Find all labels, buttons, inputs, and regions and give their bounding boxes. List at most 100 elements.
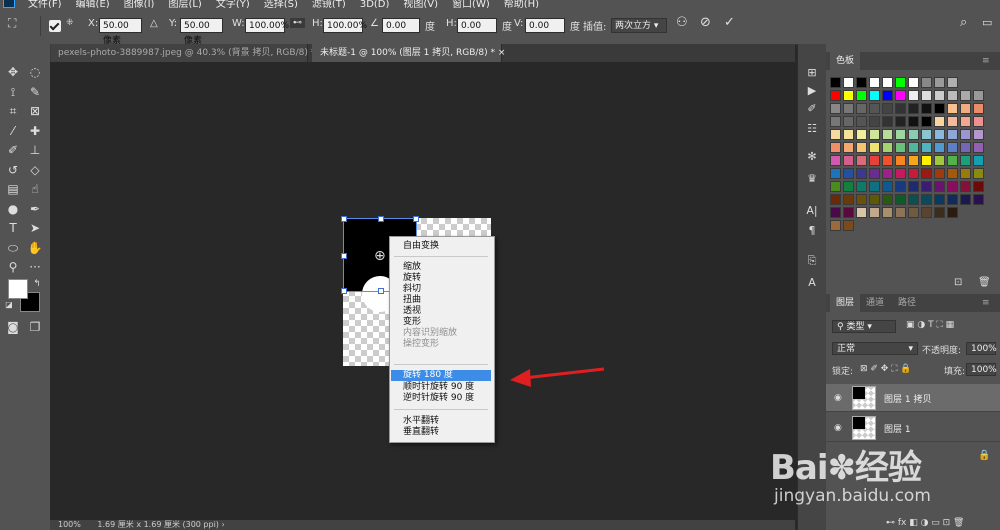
transform-handle-bottom[interactable] [378,288,384,294]
color-swatch[interactable] [947,207,958,218]
color-swatch[interactable] [921,155,932,166]
delete-swatch-icon[interactable]: 🗑 [978,277,991,288]
opacity-input[interactable]: 100% [966,342,997,355]
search-icon[interactable]: ⌕ [960,15,967,30]
color-swatch[interactable] [882,155,893,166]
color-swatch[interactable] [830,77,841,88]
type-tool-icon[interactable]: T [4,220,22,237]
cancel-transform-icon[interactable]: ⊘ [700,15,711,30]
color-swatch[interactable] [960,103,971,114]
crop-tool-icon[interactable]: ⌗ [4,103,22,120]
color-swatch[interactable] [895,168,906,179]
color-swatch[interactable] [960,181,971,192]
color-swatch[interactable] [869,142,880,153]
eraser-tool-icon[interactable]: ◇ [26,162,44,179]
color-swatch[interactable] [934,103,945,114]
color-swatch[interactable] [830,207,841,218]
link-icon[interactable]: ⊷ [290,18,305,28]
path-selection-tool-icon[interactable]: ➤ [26,220,44,237]
color-swatch[interactable] [908,155,919,166]
color-swatch[interactable] [908,116,919,127]
color-swatch[interactable] [830,220,841,231]
color-swatch[interactable] [947,194,958,205]
color-swatch[interactable] [895,116,906,127]
color-swatch[interactable] [843,220,854,231]
more-tools-icon[interactable]: ··· [26,259,44,276]
color-swatch[interactable] [908,77,919,88]
status-arrow-icon[interactable]: › [221,520,224,529]
color-swatch[interactable] [908,129,919,140]
color-swatch[interactable] [947,155,958,166]
color-swatch[interactable] [960,116,971,127]
quick-mask-icon[interactable]: ◙ [4,319,22,336]
color-swatch[interactable] [843,168,854,179]
color-swatch[interactable] [895,90,906,101]
visibility-eye-icon[interactable]: ◉ [834,423,842,433]
width-input[interactable]: 100.00% [245,18,289,33]
color-swatch[interactable] [947,103,958,114]
vskew-input[interactable]: 0.00 [525,18,565,33]
reference-point-crosshair-icon[interactable]: ⊕ [374,249,386,263]
color-swatch[interactable] [869,168,880,179]
character-icon[interactable]: A| [804,204,820,218]
panel-menu-icon[interactable]: ≡ [976,52,996,70]
tab-channels[interactable]: 通道 [860,294,890,312]
color-swatch[interactable] [830,116,841,127]
screen-mode-icon[interactable]: ❐ [26,319,44,336]
color-swatch[interactable] [856,129,867,140]
color-swatch[interactable] [934,116,945,127]
color-swatch[interactable] [973,168,984,179]
color-swatch[interactable] [921,207,932,218]
color-swatch[interactable] [830,168,841,179]
color-swatch[interactable] [843,142,854,153]
color-swatch[interactable] [934,129,945,140]
menu-item-rotate-90-ccw[interactable]: 逆时针旋转 90 度 [391,393,491,403]
color-swatch[interactable] [895,103,906,114]
tab-photo-document[interactable]: pexels-photo-3889987.jpeg @ 40.3% (背景 拷贝… [50,44,326,62]
menu-item-perspective[interactable]: 透视 [391,306,491,316]
color-swatch[interactable] [856,168,867,179]
color-swatch[interactable] [921,142,932,153]
color-swatch[interactable] [921,90,932,101]
color-swatch[interactable] [843,181,854,192]
brush-settings-icon[interactable]: ✐ [804,102,820,116]
menu-item-warp[interactable]: 变形 [391,317,491,327]
color-swatch[interactable] [973,181,984,192]
color-swatch[interactable] [843,129,854,140]
color-swatch[interactable] [869,194,880,205]
menu-item[interactable]: 视图(V) [403,0,438,8]
color-swatch[interactable] [882,142,893,153]
interpolation-select[interactable]: 两次立方 ▾ [611,18,667,33]
tab-swatches[interactable]: 色板 [830,52,861,70]
color-swatch[interactable] [830,142,841,153]
move-tool-icon[interactable]: ✥ [4,64,22,81]
height-input[interactable]: 100.00% [323,18,367,33]
color-swatch[interactable] [973,155,984,166]
dodge-tool-icon[interactable]: ● [4,201,22,218]
color-swatch[interactable] [856,103,867,114]
color-swatch[interactable] [934,207,945,218]
zoom-level[interactable]: 100% [58,520,81,529]
menu-item[interactable]: 3D(D) [360,0,390,8]
menu-item[interactable]: 文件(F) [28,0,62,8]
color-swatch[interactable] [921,116,932,127]
color-swatch[interactable] [908,90,919,101]
color-swatch[interactable] [934,181,945,192]
menu-item-scale[interactable]: 缩放 [391,262,491,272]
color-swatch[interactable] [843,155,854,166]
color-swatch[interactable] [882,103,893,114]
menu-item[interactable]: 滤镜(T) [312,0,346,8]
color-swatch[interactable] [908,168,919,179]
color-swatch[interactable] [882,90,893,101]
menu-item-free-transform[interactable]: 自由变换 [391,241,491,251]
color-swatch[interactable] [947,129,958,140]
gradient-tool-icon[interactable]: ▤ [4,181,22,198]
swap-colors-icon[interactable]: ↰ [28,276,46,293]
menu-item[interactable]: 文字(Y) [216,0,250,8]
color-swatch[interactable] [856,90,867,101]
color-swatch[interactable] [973,90,984,101]
hand-tool-icon[interactable]: ✋ [26,240,44,257]
tab-paths[interactable]: 路径 [892,294,922,312]
color-swatch[interactable] [895,155,906,166]
color-swatch[interactable] [830,155,841,166]
